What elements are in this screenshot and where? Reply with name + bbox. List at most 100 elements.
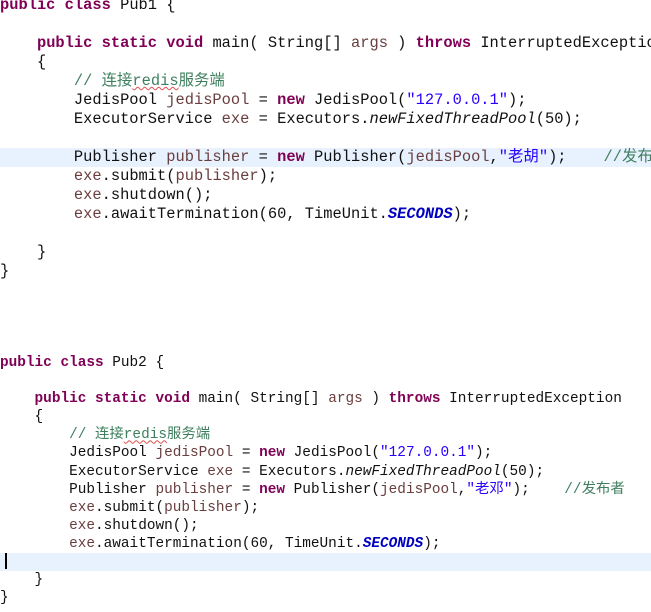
- code-token: ): [387, 34, 416, 52]
- code-line[interactable]: }: [0, 262, 651, 281]
- string-literal: "老胡": [498, 148, 549, 166]
- code-line[interactable]: JedisPool jedisPool = new JedisPool("127…: [0, 444, 651, 462]
- code-line[interactable]: exe.awaitTermination(60, TimeUnit.SECOND…: [0, 205, 651, 224]
- method-token: newFixedThreadPool: [345, 463, 501, 480]
- code-line[interactable]: [0, 224, 651, 243]
- code-token: );: [241, 499, 260, 516]
- code-token: .submit(: [95, 499, 165, 516]
- code-token: JedisPool: [0, 445, 156, 462]
- code-token: }: [0, 590, 9, 607]
- code-token: );: [512, 481, 565, 498]
- code-line[interactable]: public static void main( String[] args )…: [0, 34, 651, 53]
- keyword-token: new: [259, 445, 286, 462]
- code-token: );: [475, 445, 493, 462]
- keyword-token: throws: [388, 391, 441, 408]
- code-line[interactable]: Publisher publisher = new Publisher(jedi…: [0, 148, 651, 167]
- code-line[interactable]: Publisher publisher = new Publisher(jedi…: [0, 481, 651, 499]
- code-token: ExecutorService: [0, 463, 208, 480]
- code-line[interactable]: }: [0, 243, 651, 262]
- keyword-token: throws: [415, 34, 472, 52]
- code-token: .awaitTermination(60, TimeUnit.: [101, 205, 388, 223]
- code-token: );: [508, 91, 527, 109]
- keyword-token: public static void: [36, 34, 204, 52]
- comment-token: 服务端: [178, 72, 225, 90]
- code-token: .awaitTermination(60, TimeUnit.: [95, 535, 363, 552]
- code-line[interactable]: [0, 15, 651, 34]
- code-token: }: [0, 572, 44, 589]
- code-line[interactable]: // 连接redis服务端: [0, 426, 651, 444]
- code-line[interactable]: // 连接redis服务端: [0, 72, 651, 91]
- code-token: ): [362, 391, 389, 408]
- keyword-token: new: [277, 148, 305, 166]
- variable-token: jedisPool: [166, 91, 250, 109]
- code-line[interactable]: }: [0, 571, 651, 589]
- code-token: ExecutorService: [0, 110, 222, 128]
- code-token: .shutdown();: [101, 186, 213, 204]
- code-token: }: [0, 262, 10, 280]
- code-line[interactable]: exe.submit(publisher);: [0, 167, 651, 186]
- code-line[interactable]: exe.awaitTermination(60, TimeUnit.SECOND…: [0, 535, 651, 553]
- variable-token: exe: [73, 167, 102, 185]
- code-line[interactable]: JedisPool jedisPool = new JedisPool("127…: [0, 91, 651, 110]
- code-token: (50);: [535, 110, 582, 128]
- code-token: = Executors.: [249, 110, 370, 128]
- code-line[interactable]: exe.submit(publisher);: [0, 499, 651, 517]
- code-token: {: [0, 53, 47, 71]
- code-token: JedisPool: [0, 91, 167, 109]
- code-line[interactable]: public class Pub2 {: [0, 354, 651, 372]
- variable-token: args: [350, 34, 388, 52]
- code-line[interactable]: exe.shutdown();: [0, 517, 651, 535]
- keyword-token: public class: [0, 355, 104, 371]
- code-token: );: [423, 535, 441, 552]
- code-line[interactable]: ExecutorService exe = Executors.newFixed…: [0, 463, 651, 481]
- code-line[interactable]: ExecutorService exe = Executors.newFixed…: [0, 110, 651, 129]
- code-line[interactable]: {: [0, 53, 651, 72]
- code-line[interactable]: public static void main( String[] args )…: [0, 390, 651, 408]
- variable-token: publisher: [166, 148, 250, 166]
- code-token: (50);: [500, 463, 545, 480]
- variable-token: exe: [73, 205, 102, 223]
- code-line[interactable]: exe.shutdown();: [0, 186, 651, 205]
- variable-token: exe: [69, 517, 96, 534]
- variable-token: publisher: [175, 167, 259, 185]
- code-editor-pub1[interactable]: public class Pub1 { public static void m…: [0, 0, 651, 281]
- comment-token: redis: [132, 72, 179, 90]
- code-token: JedisPool(: [285, 445, 381, 462]
- code-token: );: [452, 205, 472, 223]
- code-editor-pub2[interactable]: public class Pub2 { public static void m…: [0, 354, 651, 607]
- constant-token: SECONDS: [387, 205, 453, 223]
- string-literal: "老邓": [466, 481, 513, 498]
- keyword-token: new: [277, 91, 305, 109]
- variable-token: args: [328, 391, 363, 408]
- code-token: = Executors.: [233, 463, 346, 480]
- code-token: =: [249, 148, 278, 166]
- code-token: =: [233, 445, 260, 462]
- variable-token: publisher: [155, 481, 234, 498]
- code-line[interactable]: {: [0, 408, 651, 426]
- code-line[interactable]: [0, 553, 651, 572]
- code-line[interactable]: }: [0, 589, 651, 607]
- code-token: Pub1 {: [110, 0, 176, 14]
- variable-token: exe: [221, 110, 250, 128]
- code-line[interactable]: [0, 372, 651, 390]
- code-token: );: [548, 148, 604, 166]
- code-line[interactable]: public class Pub1 {: [0, 0, 651, 15]
- variable-token: publisher: [164, 499, 242, 516]
- variable-token: jedisPool: [380, 481, 458, 498]
- code-token: main( String[]: [203, 34, 351, 52]
- variable-token: exe: [73, 186, 102, 204]
- string-literal: "127.0.0.1": [380, 445, 476, 462]
- text-cursor: [5, 553, 7, 570]
- code-token: .submit(: [101, 167, 176, 185]
- code-token: InterruptedException: [440, 391, 622, 408]
- keyword-token: public class: [0, 0, 111, 14]
- variable-token: exe: [207, 463, 234, 480]
- comment-token: 服务端: [166, 427, 211, 444]
- code-line[interactable]: [0, 129, 651, 148]
- code-token: );: [258, 167, 278, 185]
